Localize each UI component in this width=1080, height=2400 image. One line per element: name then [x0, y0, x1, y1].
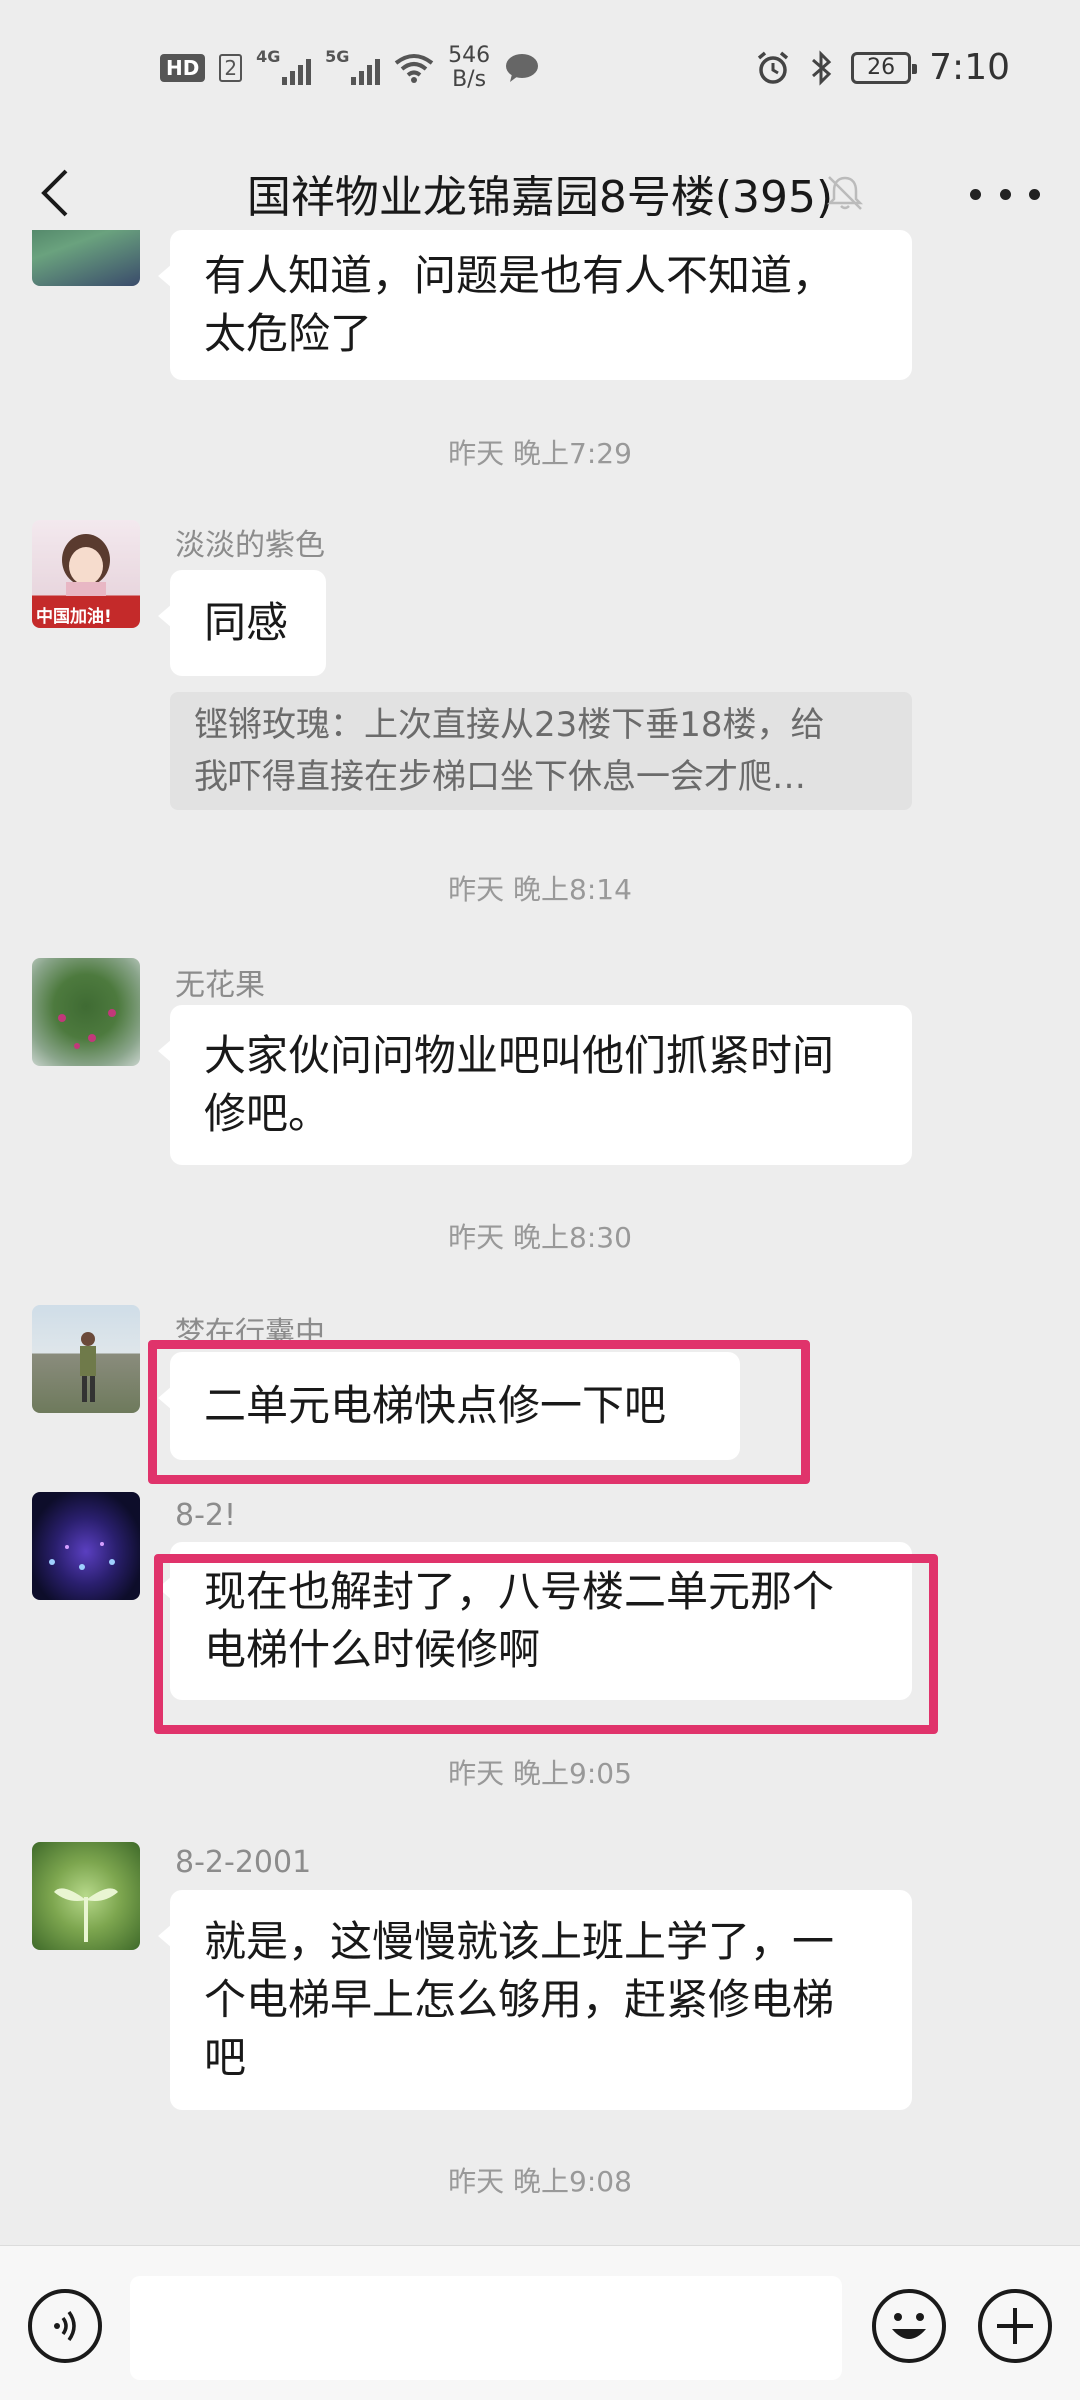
quote-text: 铿锵玫瑰：上次直接从23楼下垂18楼，给 [194, 705, 825, 745]
input-bar [0, 2245, 1080, 2400]
wifi-icon [394, 53, 434, 83]
message-list[interactable]: 有人知道，问题是也有人不知道， 太危险了 昨天 晚上7:29 中国加油! 淡淡的… [0, 230, 1080, 2245]
message-text: 现在也解封了，八号楼二单元那个 [204, 1567, 835, 1616]
mute-bell-icon [826, 176, 864, 210]
timestamp: 昨天 晚上9:08 [448, 2165, 632, 2198]
avatar[interactable] [32, 1842, 140, 1950]
avatar[interactable] [32, 1305, 140, 1413]
message-bubble[interactable]: 就是，这慢慢就该上班上学了，一 个电梯早上怎么够用，赶紧修电梯 吧 [158, 1890, 912, 2110]
network-type-2: 5G [325, 46, 350, 66]
message-bubble[interactable]: 有人知道，问题是也有人不知道， 太危险了 [158, 230, 912, 380]
back-button[interactable] [30, 165, 80, 221]
message-icon [506, 53, 539, 82]
timestamp: 昨天 晚上8:30 [448, 1221, 632, 1254]
avatar-plant-icon [58, 1009, 116, 1049]
sender-name: 8-2-2001 [175, 1845, 312, 1880]
alarm-icon [758, 51, 789, 84]
message-bubble[interactable]: 现在也解封了，八号楼二单元那个 电梯什么时候修啊 [158, 1542, 912, 1700]
more-button[interactable] [970, 169, 1040, 219]
avatar-sprout-icon [54, 1888, 118, 1942]
timestamp: 昨天 晚上9:05 [448, 1757, 632, 1790]
message-text: 二单元电梯快点修一下吧 [204, 1381, 667, 1430]
voice-icon [54, 2310, 76, 2342]
message-text: 太危险了 [204, 309, 373, 358]
emoji-button[interactable] [872, 2289, 946, 2363]
hd-badge: HD [160, 53, 206, 82]
quote-text: 我吓得直接在步梯口坐下休息一会才爬… [194, 757, 806, 797]
sender-name: 梦在行囊中 [175, 1316, 325, 1351]
battery-icon: 26 [851, 51, 918, 84]
signal-5g-icon: 5G [325, 47, 381, 85]
sender-name: 无花果 [175, 968, 265, 1003]
clock: 7:10 [929, 47, 1010, 88]
message-text: 就是，这慢慢就该上班上学了，一 [204, 1917, 835, 1966]
status-left: HD 2 4G 5G 546 B/s [160, 42, 540, 92]
plus-icon [997, 2308, 1033, 2344]
sender-name: 8-2! [175, 1498, 237, 1533]
message-bubble[interactable]: 同感 [158, 570, 326, 676]
emoji-icon [892, 2313, 926, 2339]
net-speed-value: 546 [448, 42, 491, 68]
network-speed: 546 B/s [448, 42, 491, 92]
message-bubble[interactable]: 大家伙问问物业吧叫他们抓紧时间 修吧。 [158, 1005, 912, 1165]
avatar[interactable] [32, 958, 140, 1066]
message-text: 大家伙问问物业吧叫他们抓紧时间 [204, 1031, 835, 1080]
avatar-badge: 中国加油! [36, 607, 112, 627]
timestamp: 昨天 晚上8:14 [448, 873, 632, 906]
signal-4g-icon: 4G [256, 47, 312, 85]
sender-name: 淡淡的紫色 [175, 528, 325, 563]
bluetooth-icon [812, 49, 832, 86]
network-type-1: 4G [256, 46, 281, 66]
more-icon [970, 188, 981, 200]
sim-number: 2 [219, 53, 243, 82]
message-text: 修吧。 [204, 1089, 331, 1138]
message-bubble[interactable]: 二单元电梯快点修一下吧 [158, 1352, 740, 1460]
avatar[interactable]: 中国加油! [32, 520, 140, 628]
status-bar: HD 2 4G 5G 546 B/s 26 7:10 [0, 0, 1080, 135]
voice-button[interactable] [28, 2289, 102, 2363]
avatar[interactable] [32, 1492, 140, 1600]
status-right: 26 7:10 [755, 47, 1010, 88]
plus-button[interactable] [978, 2289, 1052, 2363]
chat-screen: HD 2 4G 5G 546 B/s 26 7:10 国祥物业龙锦嘉园8号楼(3… [0, 0, 1080, 2400]
avatar[interactable] [32, 230, 140, 286]
message-text: 同感 [204, 598, 289, 647]
message-text: 电梯什么时候修啊 [204, 1625, 541, 1674]
avatar-person-icon [80, 1332, 96, 1402]
message-text: 个电梯早上怎么够用，赶紧修电梯 [204, 1975, 835, 2024]
net-speed-unit: B/s [452, 66, 487, 92]
avatar-night-icon [49, 1542, 115, 1570]
quoted-message[interactable]: 铿锵玫瑰：上次直接从23楼下垂18楼，给 我吓得直接在步梯口坐下休息一会才爬… [170, 692, 912, 810]
battery-level: 26 [867, 55, 896, 80]
message-input[interactable] [130, 2276, 842, 2380]
timestamp: 昨天 晚上7:29 [448, 437, 632, 470]
message-text: 有人知道，问题是也有人不知道， [204, 251, 835, 300]
message-text: 吧 [204, 2033, 247, 2082]
back-icon [41, 169, 68, 217]
chat-title[interactable]: 国祥物业龙锦嘉园8号楼(395) [247, 161, 833, 225]
